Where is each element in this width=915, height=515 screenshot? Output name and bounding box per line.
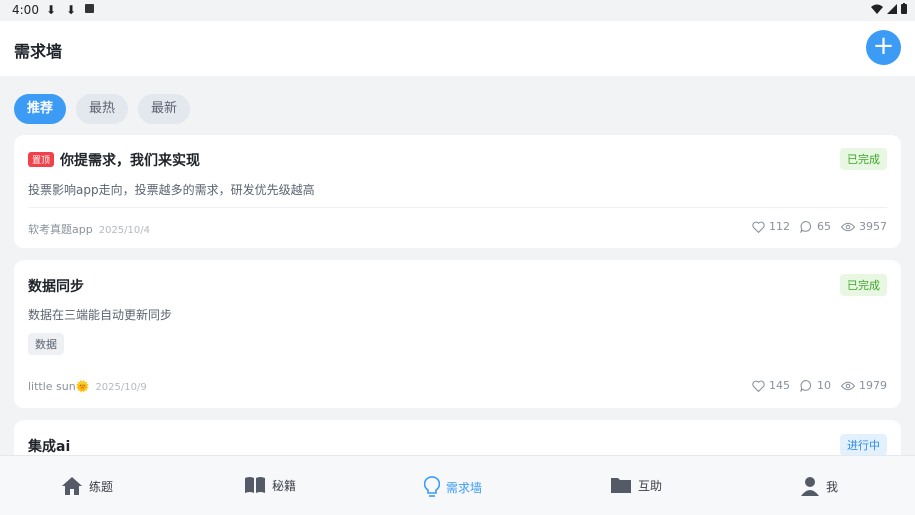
comment-count: 65 — [817, 220, 831, 233]
comment-stat[interactable]: 65 — [800, 220, 831, 233]
author-name: 软考真题app — [28, 223, 93, 236]
card-description: 数据在三端能自动更新同步 — [28, 308, 173, 322]
eye-icon — [841, 381, 855, 390]
status-badge: 已完成 — [840, 148, 887, 170]
home-icon — [62, 477, 82, 495]
nav-item-me[interactable]: 我 — [800, 476, 838, 496]
comment-icon — [800, 221, 812, 233]
download-icon: ⬇ — [66, 3, 77, 17]
signal-icon — [887, 3, 897, 14]
bottom-nav: 练题 秘籍 需求墙 互助 我 — [0, 455, 915, 515]
nav-label: 秘籍 — [272, 478, 297, 493]
view-count: 3957 — [859, 220, 887, 233]
view-stat: 1979 — [841, 379, 887, 392]
filter-tabs: 推荐 最热 最新 — [14, 94, 191, 124]
view-count: 1979 — [859, 379, 887, 392]
like-count: 145 — [769, 379, 790, 392]
status-icons — [871, 3, 907, 14]
status-time: 4:00 — [12, 3, 39, 17]
comment-icon — [800, 380, 812, 392]
battery-icon — [901, 3, 907, 14]
author-name: little sun🌞 — [28, 380, 90, 393]
card-stats: 112 65 3957 — [752, 220, 887, 233]
pinned-badge: 置顶 — [28, 152, 55, 167]
user-icon — [801, 477, 819, 496]
eye-icon — [841, 222, 855, 231]
card-title: 集成ai — [28, 439, 71, 455]
nav-label: 我 — [826, 479, 839, 494]
comment-stat[interactable]: 10 — [800, 379, 831, 392]
card-title: 数据同步 — [28, 279, 84, 295]
book-icon — [245, 477, 265, 493]
comment-count: 10 — [817, 379, 831, 392]
page-title: 需求墙 — [14, 42, 63, 61]
status-bar: 4:00 ⬇ ⬇ — [0, 0, 915, 21]
divider — [28, 207, 887, 208]
post-date: 2025/10/9 — [95, 382, 147, 393]
tab-newest[interactable]: 最新 — [138, 94, 191, 124]
card-meta: little sun🌞 2025/10/9 — [28, 380, 147, 393]
nav-item-wall[interactable]: 需求墙 — [424, 476, 482, 498]
app-notification-icon — [85, 4, 94, 13]
view-stat: 3957 — [841, 220, 887, 233]
status-badge: 进行中 — [840, 434, 887, 456]
like-stat[interactable]: 112 — [752, 220, 790, 233]
card-tag[interactable]: 数据 — [28, 333, 64, 355]
card-title-row: 置顶 你提需求，我们来实现 — [28, 150, 200, 170]
lightbulb-icon — [424, 476, 440, 497]
heart-icon — [752, 380, 765, 392]
tab-recommend[interactable]: 推荐 — [14, 94, 67, 124]
request-card[interactable]: 置顶 你提需求，我们来实现 已完成 投票影响app走向，投票越多的需求，研发优先级… — [14, 135, 901, 248]
nav-item-help[interactable]: 互助 — [610, 476, 662, 494]
nav-label: 互助 — [638, 478, 663, 493]
nav-item-practice[interactable]: 练题 — [61, 476, 113, 496]
like-stat[interactable]: 145 — [752, 379, 790, 392]
add-request-button[interactable]: + — [866, 30, 901, 65]
download-icon: ⬇ — [46, 3, 57, 17]
card-title: 你提需求，我们来实现 — [60, 153, 201, 169]
nav-label: 需求墙 — [446, 480, 483, 495]
card-stats: 145 10 1979 — [752, 379, 887, 392]
tab-hottest[interactable]: 最热 — [76, 94, 129, 124]
folder-icon — [611, 478, 631, 493]
card-meta: 软考真题app 2025/10/4 — [28, 221, 150, 237]
heart-icon — [752, 221, 765, 233]
status-badge: 已完成 — [840, 274, 887, 296]
like-count: 112 — [769, 220, 790, 233]
post-date: 2025/10/4 — [98, 225, 150, 236]
nav-label: 练题 — [89, 479, 114, 494]
app-header: 需求墙 — [0, 21, 915, 76]
nav-item-guide[interactable]: 秘籍 — [244, 476, 296, 494]
request-card[interactable]: 数据同步 已完成 数据在三端能自动更新同步 数据 little sun🌞 2025… — [14, 260, 901, 408]
card-description: 投票影响app走向，投票越多的需求，研发优先级越高 — [28, 183, 315, 197]
wifi-icon — [871, 4, 883, 14]
